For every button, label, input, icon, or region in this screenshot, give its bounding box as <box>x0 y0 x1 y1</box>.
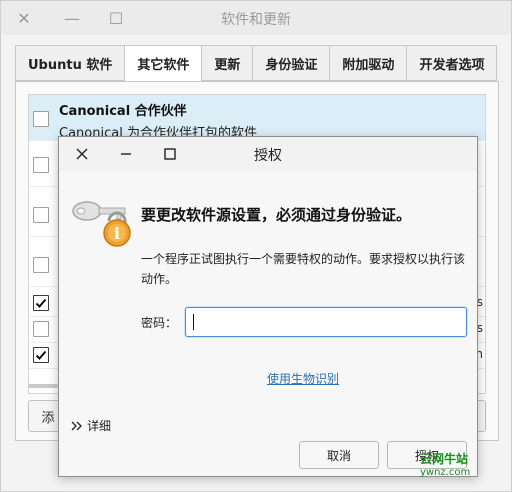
watermark: 云网牛站 ywnz.com <box>420 452 510 480</box>
password-label: 密码： <box>141 316 178 330</box>
list-item[interactable]: Canonical 合作伙伴 Canonical 为合作伙伴打包的软件 <box>29 95 485 141</box>
details-toggle[interactable]: 详细 <box>71 417 111 434</box>
source-checkbox[interactable] <box>33 111 49 127</box>
watermark-domain: ywnz.com <box>420 467 471 478</box>
details-label: 详细 <box>87 419 112 433</box>
source-checkbox-checked[interactable] <box>33 295 49 311</box>
window-title: 软件和更新 <box>221 12 291 28</box>
double-chevron-right-icon <box>71 421 82 430</box>
source-checkbox[interactable] <box>33 321 49 337</box>
dialog-description: 一个程序正试图执行一个需要特权的动作。要求授权以执行该动作。 <box>141 252 466 286</box>
dialog-title: 授权 <box>254 148 282 164</box>
tab-developer-options[interactable]: 开发者选项 <box>406 45 498 81</box>
tab-ubuntu-software[interactable]: Ubuntu 软件 <box>15 45 125 81</box>
dialog-heading: 要更改软件源设置，必须通过身份验证。 <box>141 206 412 224</box>
dialog-titlebar: 授权 <box>59 137 477 171</box>
horizontal-scrollbar[interactable] <box>28 384 58 388</box>
watermark-text: 云网牛站 <box>420 452 469 466</box>
checkmark-icon <box>35 350 47 360</box>
tab-bar: Ubuntu 软件 其它软件 更新 身份验证 附加驱动 开发者选项 <box>15 45 498 82</box>
svg-text:i: i <box>114 224 120 243</box>
tab-additional-drivers[interactable]: 附加驱动 <box>329 45 407 81</box>
checkmark-icon <box>35 298 47 308</box>
cancel-button[interactable]: 取消 <box>299 441 379 469</box>
authorization-dialog: 授权 i 要更改软件源设置，必须通过身份验证。 一个程序正试图执行一个需要特权的… <box>58 136 478 477</box>
source-title: Canonical 合作伙伴 <box>59 104 187 119</box>
source-checkbox[interactable] <box>33 207 49 223</box>
source-checkbox[interactable] <box>33 257 49 273</box>
titlebar: ✕ — ☐ 软件和更新 <box>1 1 511 35</box>
tab-updates[interactable]: 更新 <box>201 45 253 81</box>
source-checkbox[interactable] <box>33 157 49 173</box>
source-checkbox-checked[interactable] <box>33 347 49 363</box>
text-caret <box>193 314 194 330</box>
tab-authentication[interactable]: 身份验证 <box>252 45 330 81</box>
key-lock-icon: i <box>72 201 131 247</box>
biometric-link[interactable]: 使用生物识别 <box>267 370 339 387</box>
password-input[interactable] <box>185 307 467 337</box>
tab-other-software[interactable]: 其它软件 <box>124 45 202 82</box>
